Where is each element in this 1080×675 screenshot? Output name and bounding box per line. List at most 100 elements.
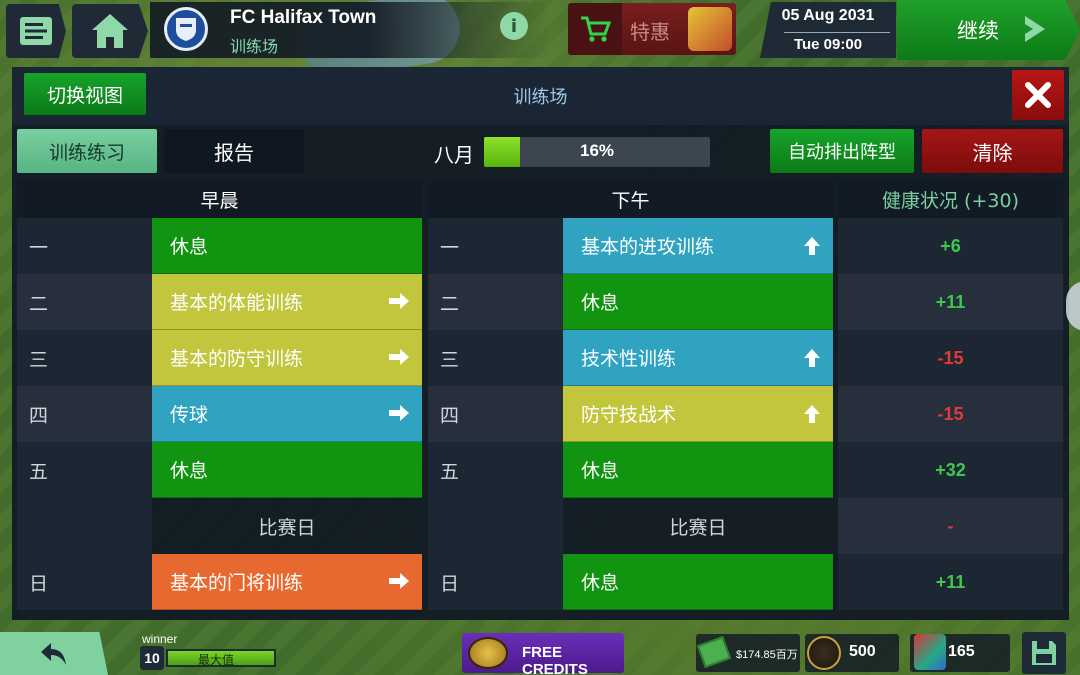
morning-row: 日基本的门将训练 [17,554,422,610]
afternoon-session-slot[interactable]: 休息 [563,554,833,610]
health-value: +11 [838,554,1063,610]
session-label: 传球 [170,404,209,426]
afternoon-session-slot[interactable]: 技术性训练 [563,330,833,386]
close-icon [1025,82,1051,108]
continue-button[interactable]: 继续 [897,0,1080,60]
health-header: 健康状况 (+30) [838,180,1063,218]
home-button[interactable] [72,4,148,58]
afternoon-session-slot[interactable]: 休息 [563,274,833,330]
arrow-right-icon [388,572,410,595]
afternoon-matchday-label: 比赛日 [669,516,727,539]
money-value: $174.85百万 [736,649,798,661]
info-icon[interactable]: i [500,12,528,40]
coin-icon [468,637,508,669]
arrow-right-icon [388,348,410,371]
sm-coin-icon [807,636,841,670]
day-label: 四 [17,386,152,442]
panel-title: 训练场 [513,87,568,108]
session-label: 休息 [170,460,209,482]
month-progress-bar: 16% [484,137,710,167]
club-name: FC Halifax Town [230,7,377,28]
day-label: 三 [17,330,152,386]
health-value: - [838,498,1063,554]
session-label: 休息 [581,292,620,314]
gift-icon [688,7,732,51]
day-label: 二 [17,274,152,330]
morning-session-slot[interactable]: 休息 [152,442,422,498]
morning-row: 三基本的防守训练 [17,330,422,386]
session-label: 休息 [581,572,620,594]
afternoon-session-slot[interactable]: 防守技战术 [563,386,833,442]
xp-bar: 最大值 [166,649,276,667]
afternoon-row: 日休息 [428,554,833,610]
day-label: 四 [428,386,563,442]
save-icon [1032,641,1056,665]
close-button[interactable] [1012,70,1064,120]
home-icon [92,14,128,48]
morning-session-slot[interactable]: 传球 [152,386,422,442]
morning-session-slot[interactable]: 基本的防守训练 [152,330,422,386]
club-location: 训练场 [230,37,279,56]
arrow-right-icon [388,292,410,315]
coins-value: 500 [849,643,876,660]
afternoon-row: 二休息 [428,274,833,330]
morning-session-slot[interactable]: 基本的门将训练 [152,554,422,610]
xp-label: 最大值 [198,653,235,667]
scroll-handle[interactable] [1066,281,1080,331]
afternoon-session-slot[interactable]: 基本的进攻训练 [563,218,833,274]
back-arrow-icon [41,642,66,665]
arrow-up-icon [803,348,821,373]
free-credits-label: FREE CREDITS [522,644,588,675]
day-label: 三 [428,330,563,386]
session-label: 基本的进攻训练 [581,236,715,258]
tokens-display: 165 [910,634,1010,672]
save-button[interactable] [1022,632,1066,674]
arrow-right-icon [388,404,410,427]
arrow-up-icon [803,236,821,261]
tab-report[interactable]: 报告 [164,129,304,173]
manager-level: 10 [140,646,164,670]
session-label: 基本的防守训练 [170,348,304,370]
morning-session-slot[interactable]: 基本的体能训练 [152,274,422,330]
morning-matchday-day-cell [17,498,152,554]
afternoon-session-slot[interactable]: 休息 [563,442,833,498]
back-button[interactable] [0,632,108,675]
session-label: 防守技战术 [581,404,677,426]
auto-lineup-button[interactable]: 自动排出阵型 [770,129,914,173]
menu-button[interactable] [6,4,66,58]
afternoon-row: 一基本的进攻训练 [428,218,833,274]
tokens-value: 165 [948,643,975,660]
current-date: 05 Aug 2031 [781,7,875,24]
progress-text: 16% [579,141,615,160]
current-time: Tue 09:00 [793,36,863,53]
date-divider [784,32,890,33]
training-panel: 切换视图 训练场 训练练习 报告 八月 16% 自动排出阵型 清除 早晨 下午 … [12,67,1080,620]
afternoon-matchday-day-cell [428,498,563,554]
tab-training-drills[interactable]: 训练练习 [17,129,157,173]
morning-row: 一休息 [17,218,422,274]
morning-row: 五休息 [17,442,422,498]
clear-button[interactable]: 清除 [922,129,1063,173]
token-icon [914,634,946,670]
coins-display: 500 [805,634,899,672]
morning-session-slot[interactable]: 休息 [152,218,422,274]
day-label: 一 [17,218,152,274]
session-label: 基本的门将训练 [170,572,304,594]
cash-icon [696,635,732,669]
session-label: 基本的体能训练 [170,292,304,314]
month-label: 八月 [434,143,474,167]
day-label: 日 [428,554,563,610]
club-badge-icon [164,7,208,51]
health-value: +32 [838,442,1063,498]
special-offer-button[interactable]: 特惠 [568,3,736,55]
health-value: +6 [838,218,1063,274]
morning-row: 二基本的体能训练 [17,274,422,330]
free-credits-button[interactable]: FREE CREDITS [462,633,624,675]
afternoon-row: 三技术性训练 [428,330,833,386]
morning-row: 四传球 [17,386,422,442]
session-label: 休息 [170,236,209,258]
cart-icon [568,3,622,55]
day-label: 五 [428,442,563,498]
chevron-right-icon [1025,16,1045,42]
day-label: 五 [17,442,152,498]
